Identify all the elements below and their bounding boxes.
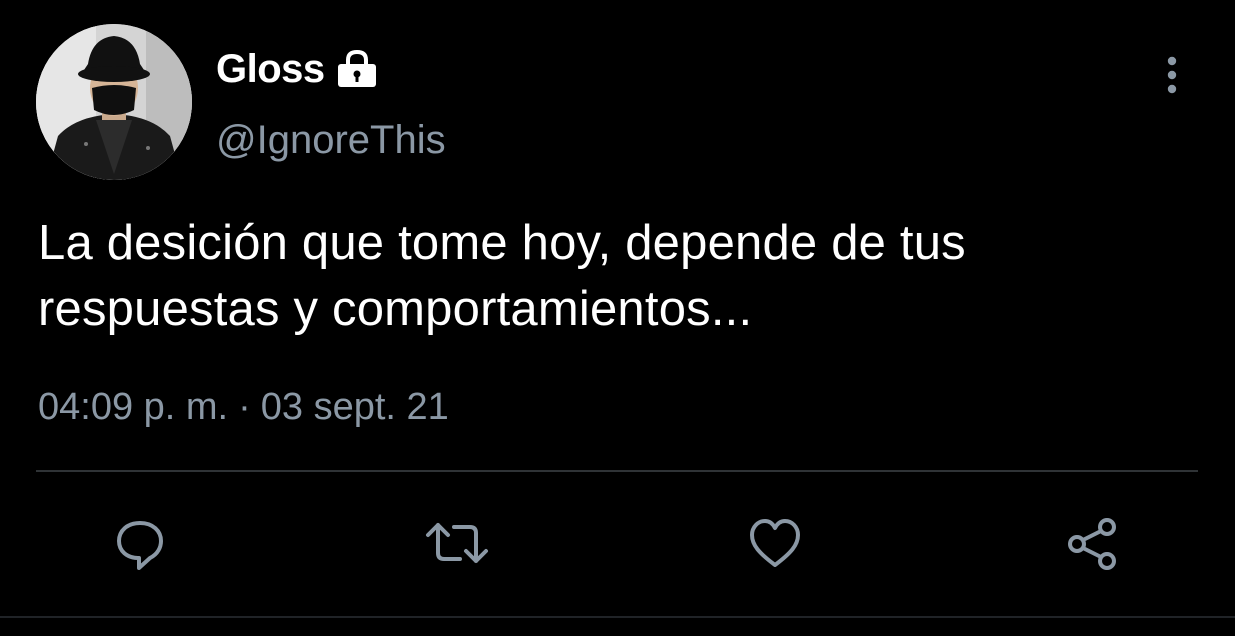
tweet-time: 04:09 p. m.	[38, 386, 229, 428]
more-vertical-icon	[1167, 56, 1177, 94]
divider	[36, 470, 1198, 472]
tweet-text: La desición que tome hoy, depende de tus…	[38, 210, 1208, 342]
retweet-icon	[426, 523, 488, 563]
user-handle[interactable]: @IgnoreThis	[216, 118, 446, 163]
meta-separator: ·	[238, 386, 251, 428]
like-button[interactable]	[740, 508, 810, 578]
lock-icon	[335, 49, 379, 89]
bottom-divider	[0, 616, 1235, 618]
heart-icon	[750, 519, 800, 567]
tweet-date: 03 sept. 21	[260, 386, 449, 428]
retweet-button[interactable]	[422, 508, 492, 578]
avatar[interactable]	[36, 24, 192, 180]
comment-icon	[117, 521, 163, 570]
tweet-card: Gloss @IgnoreThis La desición que tome h…	[0, 0, 1235, 636]
tweet-actions-bar	[0, 508, 1235, 578]
more-options-button[interactable]	[1152, 52, 1192, 98]
share-button[interactable]	[1058, 508, 1128, 578]
avatar-photo	[36, 24, 192, 180]
tweet-text-line-1: La desición que tome hoy, depende de tus	[38, 216, 966, 270]
user-name-row: Gloss	[216, 44, 379, 94]
tweet-text-line-2: respuestas y comportamientos...	[38, 282, 753, 336]
display-name[interactable]: Gloss	[216, 47, 325, 92]
share-icon	[1068, 518, 1116, 570]
tweet-timestamp[interactable]: 04:09 p. m. · 03 sept. 21	[38, 386, 449, 429]
reply-button[interactable]	[105, 508, 175, 578]
